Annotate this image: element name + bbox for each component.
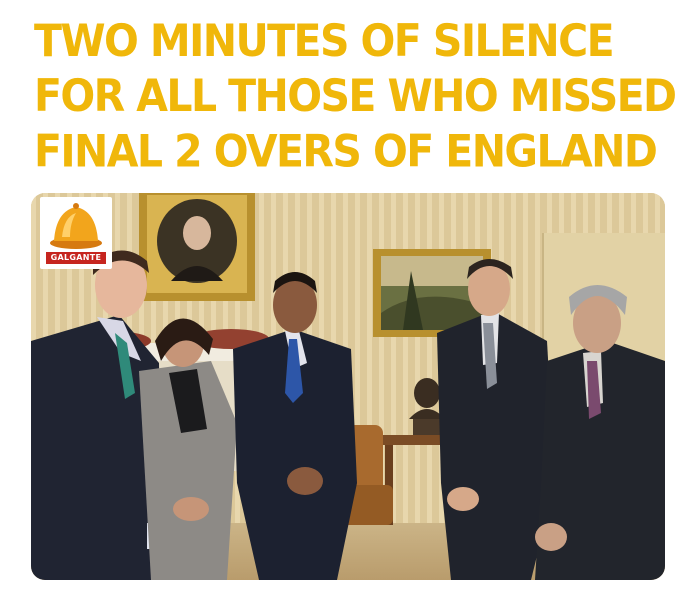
caption-line-3: FINAL 2 OVERS OF ENGLAND (34, 125, 658, 178)
caption-line-2: FOR ALL THOSE WHO MISSED (34, 70, 677, 123)
caption-line-1: TWO MINUTES OF SILENCE (34, 15, 615, 67)
portrait-painting (139, 193, 255, 301)
meme-photo (31, 193, 665, 580)
watermark-label: GALGANTE (46, 252, 106, 264)
watermark-logo: GALGANTE (40, 197, 112, 269)
meme-caption: TWO MINUTES OF SILENCE FOR ALL THOSE WHO… (34, 14, 677, 179)
